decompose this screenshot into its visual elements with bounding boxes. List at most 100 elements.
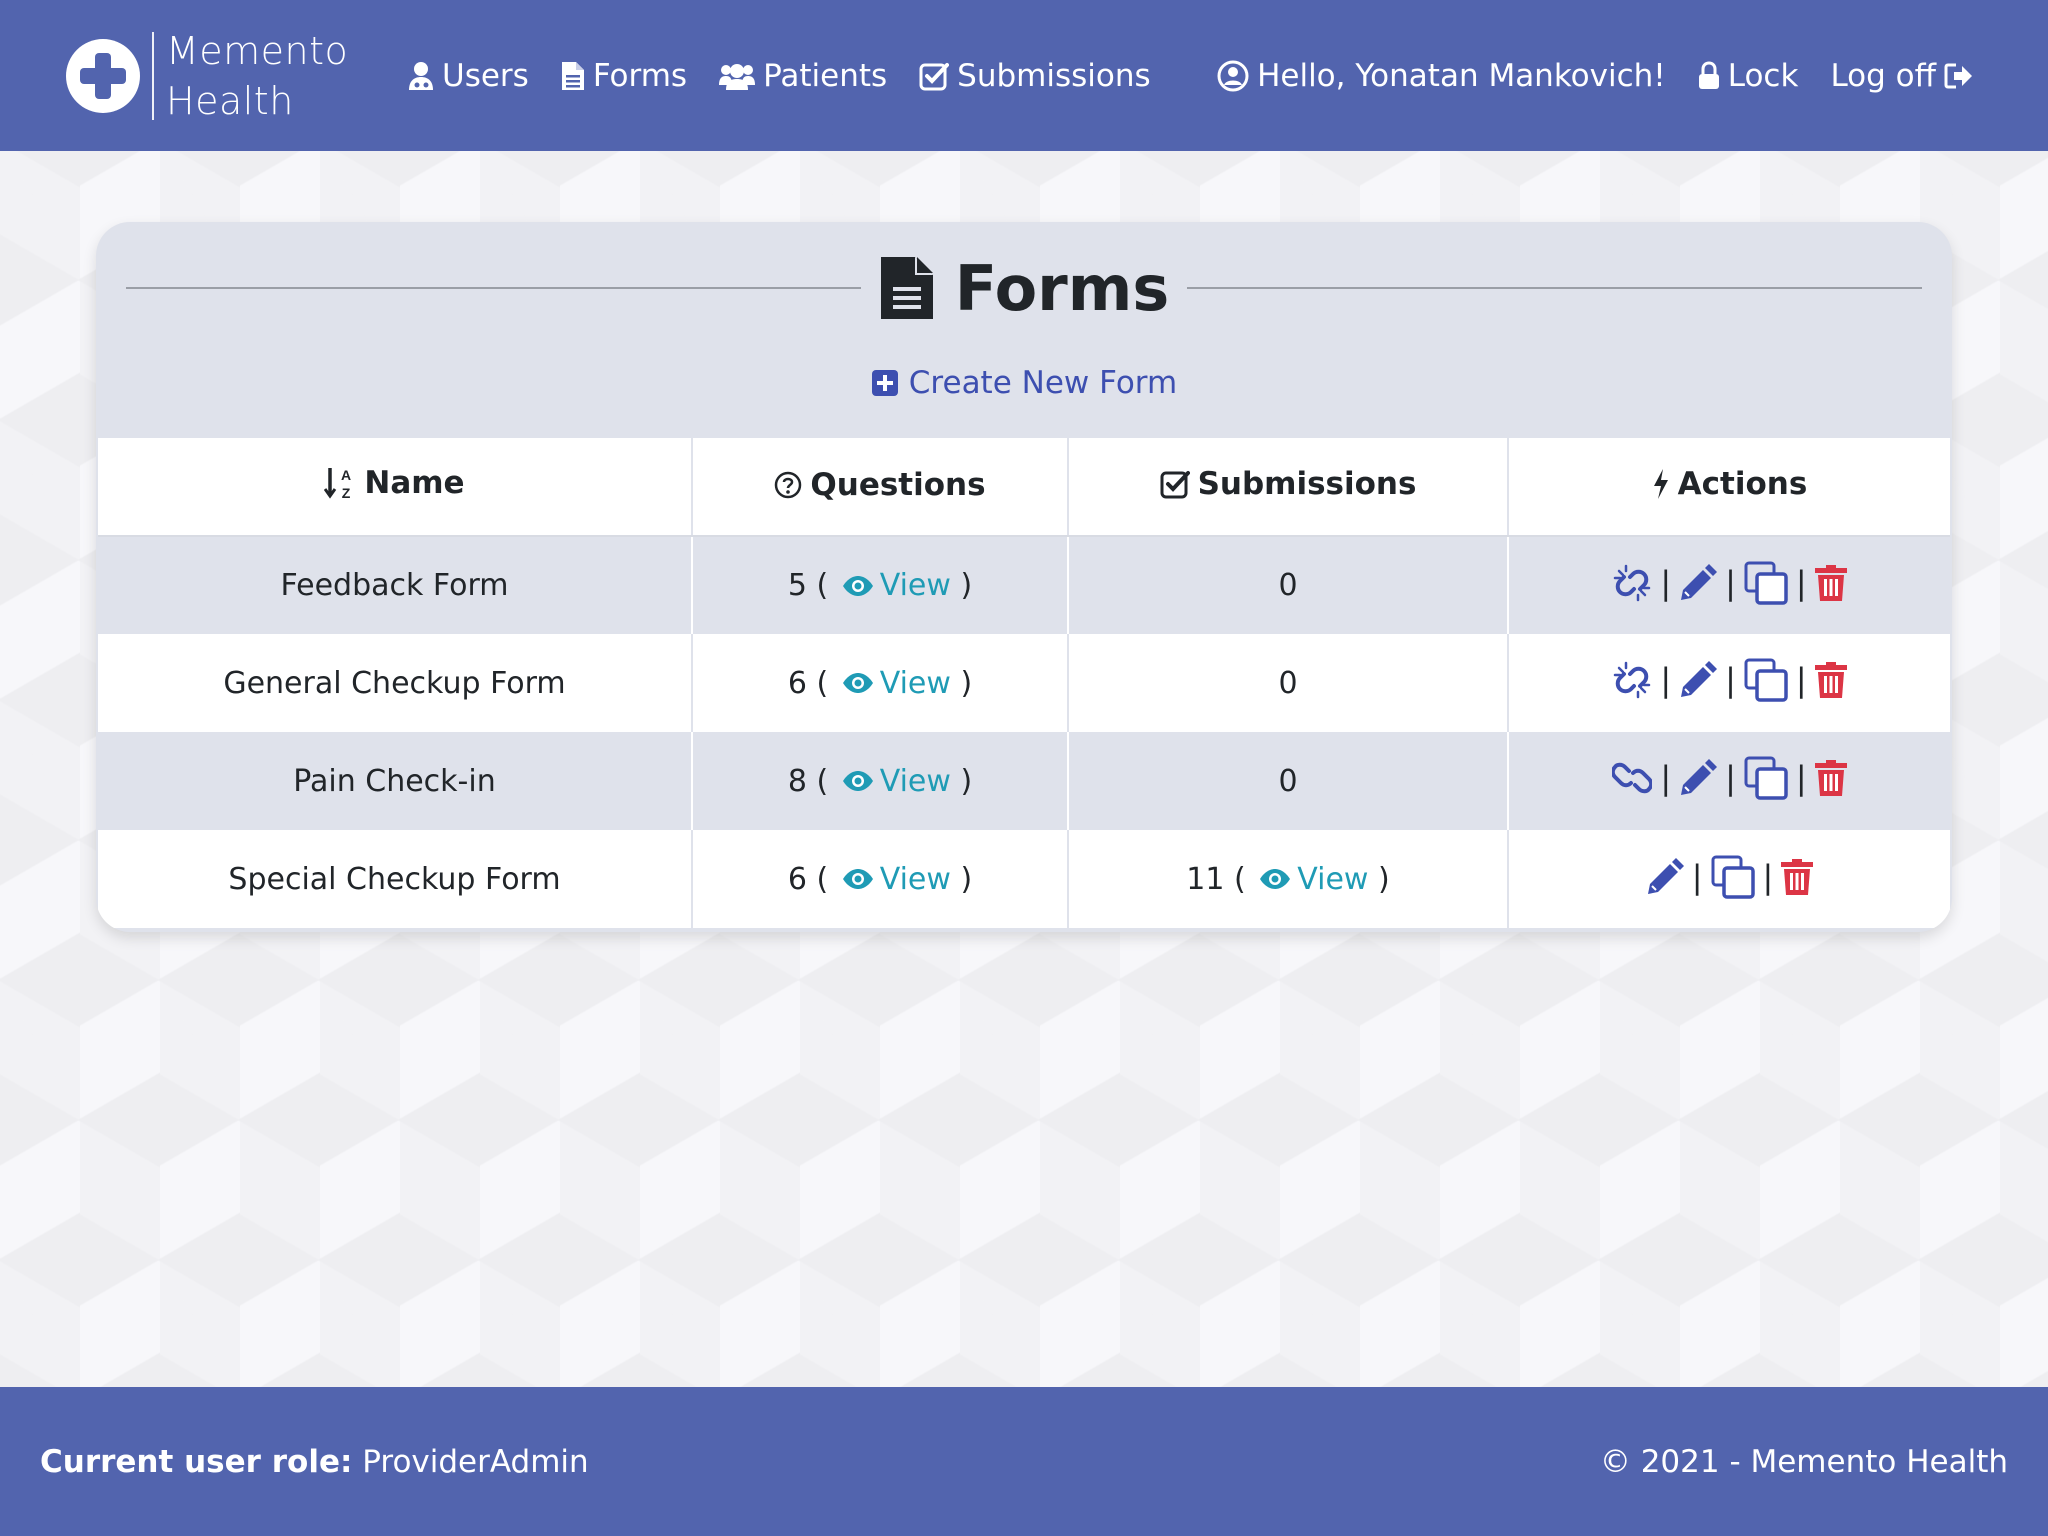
nav-forms-label: Forms [592, 57, 688, 94]
check-square-icon [1160, 471, 1190, 499]
form-name: Special Checkup Form [228, 861, 561, 897]
forms-table: A Z Name Questions Submissions Actions F… [98, 438, 1950, 928]
copy-icon[interactable] [1744, 561, 1788, 605]
edit-pencil-icon[interactable] [1679, 661, 1718, 699]
role-value: ProviderAdmin [362, 1443, 589, 1480]
table-row: Special Checkup Form 6 ( View ) 11 ( Vie… [98, 830, 1950, 928]
lock-label: Lock [1727, 57, 1799, 94]
nav-patients[interactable]: Patients [719, 58, 887, 94]
user-profile-link[interactable]: Hello, Yonatan Mankovich! [1217, 58, 1666, 94]
eye-icon [1260, 869, 1291, 889]
table-row: Pain Check-in 8 ( View ) 0 | | | [98, 732, 1950, 830]
question-count: 5 [787, 568, 807, 603]
submission-count: 11 [1186, 861, 1225, 897]
action-separator: | [1795, 563, 1807, 602]
form-name-cell: Special Checkup Form [98, 830, 693, 928]
file-alt-icon [880, 257, 933, 319]
row-actions: | | | [1612, 658, 1847, 702]
column-header-submissions-label: Submissions [1197, 466, 1417, 502]
role-label: Current user role: [40, 1443, 353, 1480]
row-actions: | | | [1612, 756, 1847, 800]
form-name: Pain Check-in [293, 763, 496, 799]
nav-forms[interactable]: Forms [561, 58, 687, 94]
copyright: © 2021 - Memento Health [1599, 1443, 2008, 1480]
medical-cross-logo-icon [66, 38, 140, 113]
trash-icon[interactable] [1814, 760, 1847, 796]
nav-users-label: Users [442, 57, 529, 94]
column-header-submissions: Submissions [1068, 438, 1509, 537]
brand[interactable]: Memento Health [66, 26, 366, 126]
submissions-cell: 11 ( View ) [1068, 830, 1509, 928]
brand-line-1: Memento [166, 28, 349, 73]
unlink-icon[interactable] [1612, 660, 1652, 700]
column-header-actions: Actions [1508, 438, 1950, 537]
questions-cell: 8 ( View ) [692, 732, 1069, 830]
check-square-icon [919, 62, 950, 90]
eye-icon [842, 673, 873, 693]
action-separator: | [1660, 563, 1672, 602]
view-link[interactable]: View [838, 666, 951, 701]
lock-icon [1698, 60, 1719, 89]
nav-patients-label: Patients [763, 57, 888, 94]
table-row: Feedback Form 5 ( View ) 0 | | | [98, 536, 1950, 634]
view-link-label: View [879, 568, 951, 603]
view-link-label: View [879, 763, 951, 799]
column-header-name[interactable]: A Z Name [98, 438, 693, 537]
submissions-cell: 0 [1068, 732, 1509, 830]
user-nav: Hello, Yonatan Mankovich! Lock Log off [1185, 58, 1974, 94]
brand-line-2: Health [166, 78, 294, 123]
form-name-cell: Feedback Form [98, 536, 693, 634]
user-greeting: Hello, Yonatan Mankovich! [1257, 57, 1666, 94]
table-header-row: A Z Name Questions Submissions Actions [98, 438, 1950, 537]
unlink-icon[interactable] [1612, 563, 1652, 603]
logoff-label: Log off [1830, 57, 1936, 94]
question-count: 6 [787, 665, 807, 701]
actions-cell: | | [1508, 830, 1950, 928]
column-header-name-label: Name [364, 465, 465, 501]
edit-pencil-icon[interactable] [1679, 759, 1718, 797]
edit-pencil-icon[interactable] [1679, 563, 1718, 602]
create-new-form-link[interactable]: Create New Form [96, 358, 1952, 408]
lock-link[interactable]: Lock [1698, 57, 1799, 94]
users-icon [719, 63, 756, 90]
current-user-role: Current user role: ProviderAdmin [40, 1444, 589, 1480]
action-separator: | [1795, 661, 1807, 699]
copy-icon[interactable] [1744, 756, 1788, 800]
action-separator: | [1691, 857, 1703, 896]
logoff-link[interactable]: Log off [1830, 58, 1974, 94]
file-icon [561, 61, 584, 90]
top-navbar: Memento Health Users Forms Patients Subm… [0, 0, 2048, 151]
form-name-cell: General Checkup Form [98, 634, 693, 732]
brand-name: Memento Health [166, 26, 366, 126]
question-circle-icon [775, 471, 802, 498]
trash-icon[interactable] [1814, 564, 1847, 601]
copy-icon[interactable] [1711, 855, 1755, 899]
form-name: General Checkup Form [223, 665, 566, 701]
submissions-cell: 0 [1068, 634, 1509, 732]
forms-card: Forms Create New Form A Z Name Questions… [96, 222, 1952, 932]
question-count: 8 [787, 763, 807, 799]
sign-out-icon [1944, 63, 1972, 88]
trash-icon[interactable] [1814, 662, 1847, 698]
card-header: Forms [126, 248, 1922, 328]
copy-icon[interactable] [1744, 658, 1788, 702]
view-link[interactable]: View [838, 862, 951, 897]
view-link[interactable]: View [838, 764, 951, 799]
view-link[interactable]: View [838, 568, 951, 603]
edit-pencil-icon[interactable] [1646, 857, 1684, 896]
action-separator: | [1660, 661, 1672, 699]
sort-alpha-down-icon: A Z [324, 467, 351, 500]
view-link-label: View [1297, 861, 1369, 897]
questions-cell: 5 ( View ) [692, 536, 1069, 634]
trash-icon[interactable] [1781, 858, 1814, 895]
view-link[interactable]: View [1255, 862, 1368, 897]
form-name: Feedback Form [280, 568, 509, 603]
nav-submissions[interactable]: Submissions [919, 58, 1151, 94]
svg-text:Z: Z [342, 485, 351, 500]
actions-cell: | | | [1508, 732, 1950, 830]
action-separator: | [1725, 661, 1736, 699]
questions-cell: 6 ( View ) [692, 830, 1069, 928]
action-separator: | [1795, 759, 1807, 797]
nav-users[interactable]: Users [408, 58, 529, 94]
link-icon[interactable] [1612, 758, 1653, 798]
